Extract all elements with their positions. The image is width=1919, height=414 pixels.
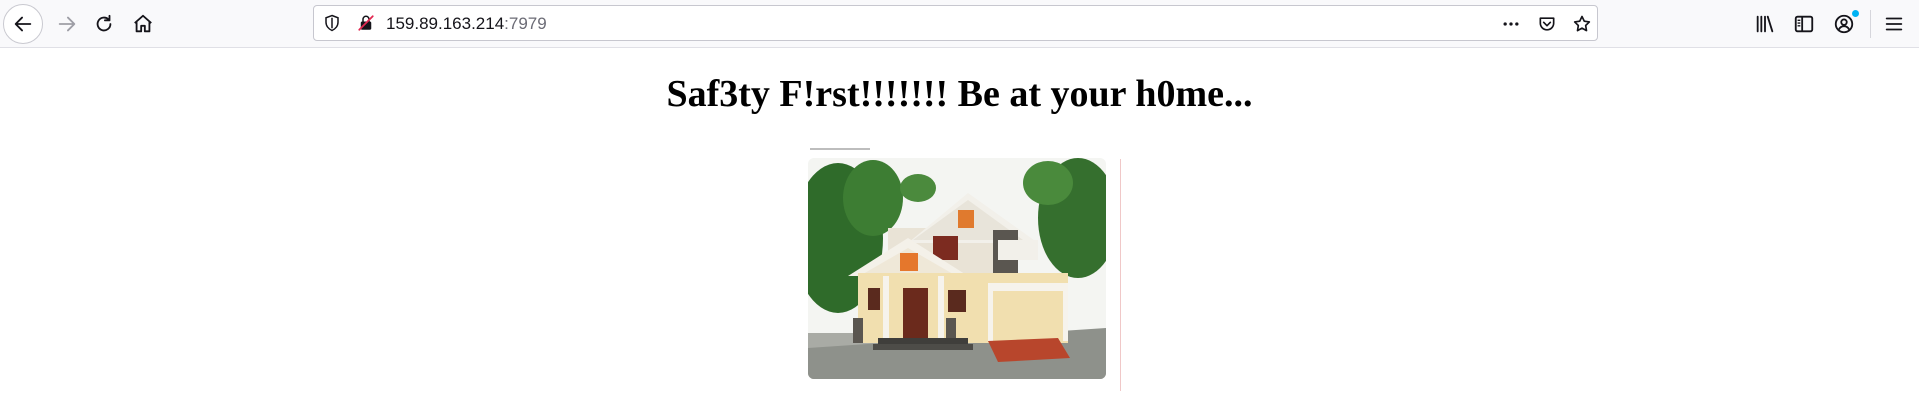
- home-button[interactable]: [123, 4, 163, 44]
- star-icon: [1573, 15, 1591, 32]
- back-arrow-icon: [14, 16, 32, 32]
- library-button[interactable]: [1753, 12, 1777, 36]
- sidebar-button[interactable]: [1792, 12, 1816, 36]
- connection-info-button[interactable]: [356, 13, 376, 33]
- reload-icon: [96, 14, 112, 32]
- tracking-protection-button[interactable]: [322, 13, 342, 33]
- hamburger-menu-icon: [1885, 17, 1903, 31]
- browser-toolbar: 159.89.163.214:7979: [0, 0, 1919, 48]
- page-heading: Saf3ty F!rst!!!!!!! Be at your h0me...: [666, 73, 1253, 115]
- url-text[interactable]: 159.89.163.214:7979: [386, 14, 547, 34]
- sidebar-icon: [1794, 15, 1814, 33]
- house-image: [799, 147, 1121, 391]
- url-port: :7979: [504, 14, 547, 33]
- image-caption-artifact: [810, 148, 870, 150]
- back-button[interactable]: [3, 4, 43, 44]
- bookmark-star-button[interactable]: [1571, 13, 1593, 35]
- library-icon: [1756, 15, 1774, 33]
- pocket-icon: [1539, 17, 1555, 31]
- address-bar[interactable]: 159.89.163.214:7979: [313, 5, 1598, 41]
- account-notification-badge: [1852, 10, 1859, 17]
- url-host: 159.89.163.214: [386, 14, 505, 33]
- house-photo: [808, 158, 1106, 379]
- toolbar-divider: [1870, 10, 1871, 38]
- app-menu-button[interactable]: [1882, 12, 1906, 36]
- image-edge: [1120, 159, 1121, 391]
- account-icon: [1834, 14, 1854, 34]
- forward-button[interactable]: [47, 4, 87, 44]
- shield-icon: [325, 14, 339, 32]
- page-actions-button[interactable]: [1500, 13, 1522, 35]
- pocket-button[interactable]: [1536, 13, 1558, 35]
- insecure-lock-icon: [358, 15, 374, 31]
- home-icon: [134, 14, 152, 33]
- forward-arrow-icon: [58, 16, 76, 32]
- more-dots-icon: [1503, 22, 1519, 26]
- reload-button[interactable]: [84, 4, 124, 44]
